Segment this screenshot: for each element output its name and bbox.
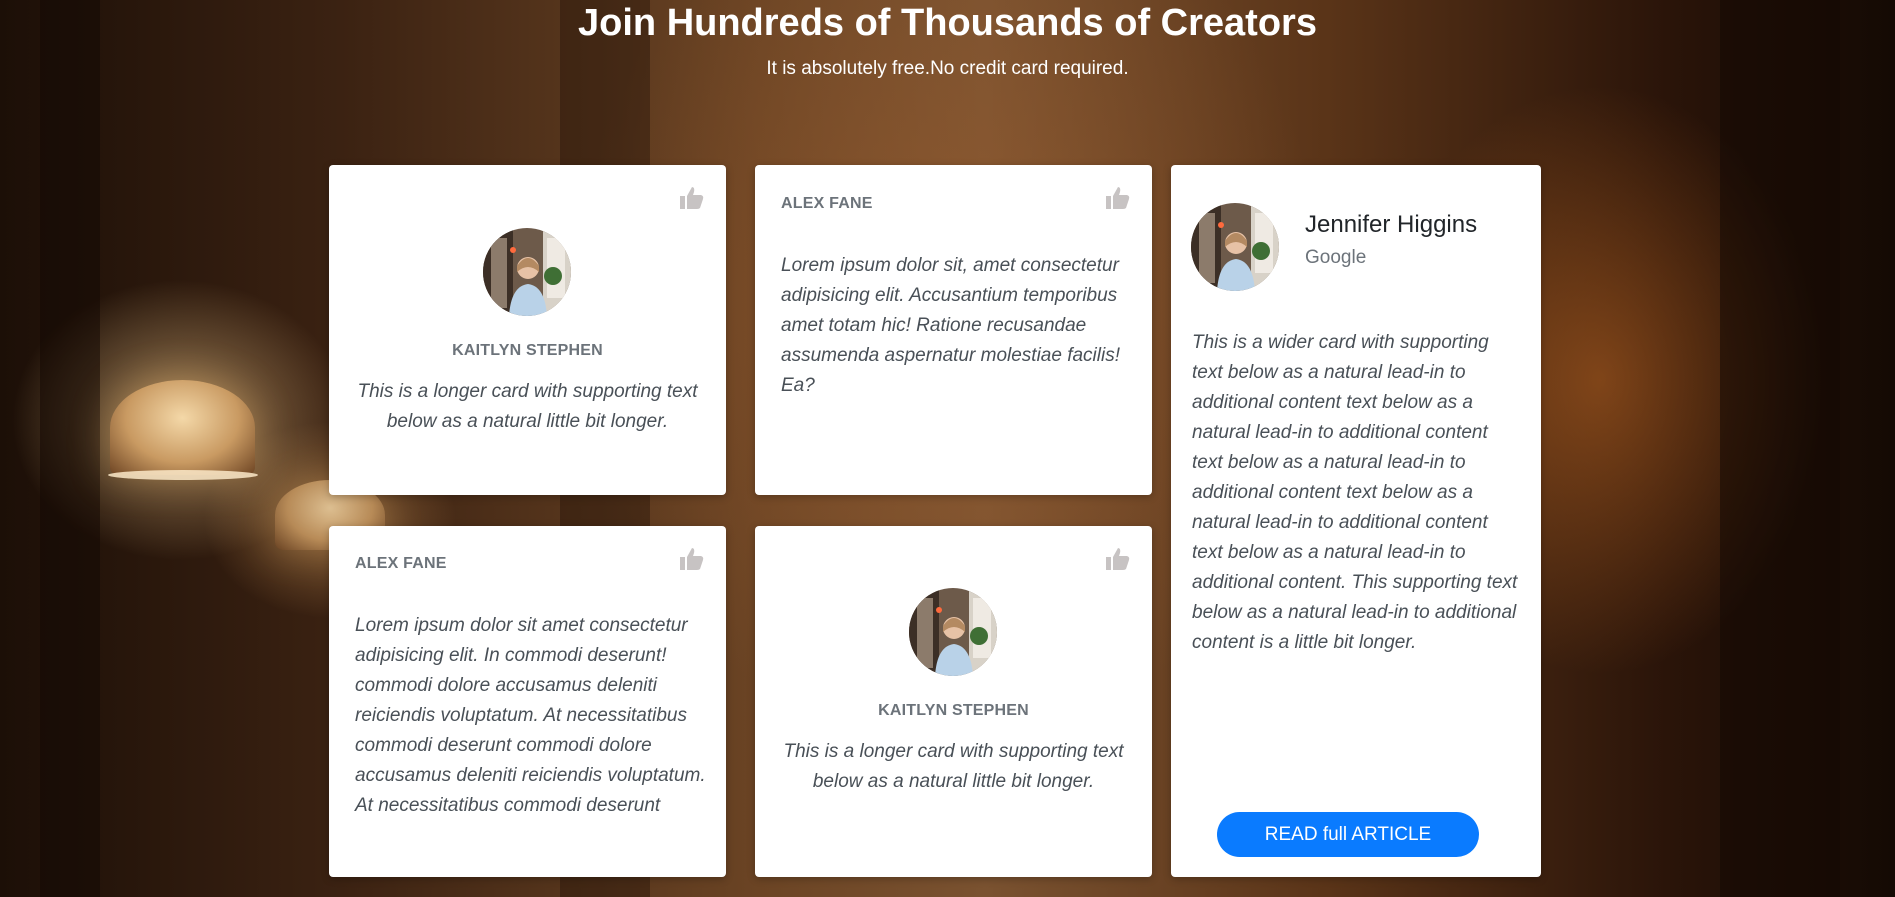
testimonial-text: This is a longer card with supporting te… <box>357 381 698 432</box>
author-name: KAITLYN STEPHEN <box>878 702 1029 719</box>
page-subtitle: It is absolutely free.No credit card req… <box>766 58 1129 79</box>
testimonial-card-kaitlyn-1: KAITLYN STEPHEN This is a longer card wi… <box>329 165 726 495</box>
read-full-article-button[interactable]: READ full ARTICLE <box>1217 812 1479 857</box>
avatar <box>909 588 997 676</box>
author-name: ALEX FANE <box>355 555 447 572</box>
thumbs-up-icon[interactable] <box>678 185 704 211</box>
author-name: ALEX FANE <box>781 195 873 212</box>
testimonial-text: Lorem ipsum dolor sit, amet consectetur … <box>781 255 1121 396</box>
avatar <box>483 228 571 316</box>
hero-section: Join Hundreds of Thousands of Creators I… <box>0 0 1895 80</box>
testimonial-text: Lorem ipsum dolor sit amet consectetur a… <box>355 615 706 816</box>
thumbs-up-icon[interactable] <box>1104 185 1130 211</box>
featured-article-card: Jennifer Higgins Google This is a wider … <box>1171 165 1541 877</box>
author-name: KAITLYN STEPHEN <box>452 342 603 359</box>
testimonial-card-alex-1: ALEX FANE Lorem ipsum dolor sit, amet co… <box>755 165 1152 495</box>
thumbs-up-icon[interactable] <box>678 546 704 572</box>
thumbs-up-icon[interactable] <box>1104 546 1130 572</box>
author-name: Jennifer Higgins <box>1305 211 1478 238</box>
page-title: Join Hundreds of Thousands of Creators <box>578 2 1317 44</box>
testimonial-card-kaitlyn-2: KAITLYN STEPHEN This is a longer card wi… <box>755 526 1152 877</box>
testimonial-card-alex-2: ALEX FANE Lorem ipsum dolor sit amet con… <box>329 526 726 877</box>
avatar <box>1191 203 1279 291</box>
article-text: This is a wider card with supporting tex… <box>1192 332 1518 653</box>
testimonial-text: This is a longer card with supporting te… <box>783 741 1124 792</box>
author-company: Google <box>1305 247 1367 268</box>
